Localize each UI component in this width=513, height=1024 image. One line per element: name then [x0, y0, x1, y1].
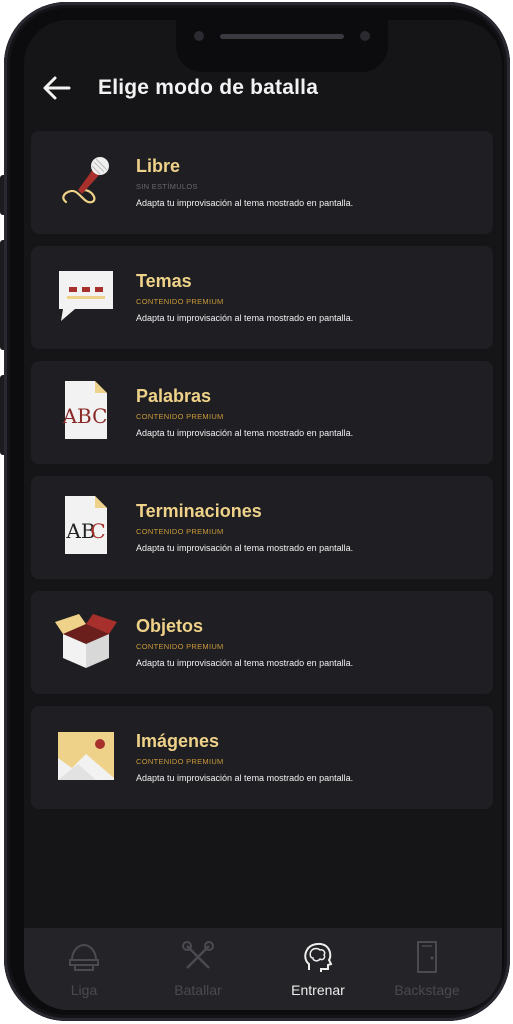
mode-card-temas[interactable]: Temas CONTENIDO PREMIUM Adapta tu improv… [31, 246, 493, 349]
notch [176, 20, 388, 72]
door-icon [417, 941, 437, 973]
phone-frame: Elige modo de batalla Libre SIN ESTÍMULO… [4, 2, 510, 1021]
tab-backstage[interactable]: Backstage [387, 940, 467, 1004]
mode-card-palabras[interactable]: ABC Palabras CONTENIDO PREMIUM Adapta tu… [31, 361, 493, 464]
mode-name: Objetos [136, 616, 204, 636]
tab-label: Batallar [174, 982, 222, 998]
mode-tag: CONTENIDO PREMIUM [136, 297, 224, 306]
mode-name: Temas [136, 271, 192, 291]
camera-dot-left [194, 31, 204, 41]
abc-document-icon: ABC [51, 375, 121, 445]
mode-name: Palabras [136, 386, 212, 406]
back-button[interactable] [41, 72, 73, 104]
mode-description: Adapta tu improvisación al tema mostrado… [136, 658, 354, 668]
mode-card-imagenes[interactable]: Imágenes CONTENIDO PREMIUM Adapta tu imp… [31, 706, 493, 809]
mode-tag: CONTENIDO PREMIUM [136, 412, 224, 421]
bottom-tab-bar: Liga Batallar Entrenar Backstage [24, 928, 502, 1010]
mode-name: Libre [136, 156, 181, 176]
image-icon [51, 720, 121, 790]
speaker-grille [220, 34, 344, 39]
tab-liga[interactable]: Liga [44, 940, 124, 1004]
mode-tag: CONTENIDO PREMIUM [136, 527, 224, 536]
mode-tag: CONTENIDO PREMIUM [136, 642, 224, 651]
svg-text:ABC: ABC [62, 404, 108, 428]
camera-dot-right [360, 31, 370, 41]
mode-description: Adapta tu improvisación al tema mostrado… [136, 198, 354, 208]
mode-name: Terminaciones [136, 501, 262, 521]
tab-label: Liga [70, 982, 98, 998]
mode-tag: CONTENIDO PREMIUM [136, 757, 224, 766]
app-screen: Elige modo de batalla Libre SIN ESTÍMULO… [24, 20, 502, 1010]
tab-label: Backstage [394, 982, 460, 998]
helmet-icon [69, 943, 99, 971]
crossed-microphones-icon [182, 941, 214, 969]
mode-description: Adapta tu improvisación al tema mostrado… [136, 543, 354, 553]
abc-document-icon: AB C [51, 490, 121, 560]
open-box-icon [51, 605, 121, 675]
mode-list: Libre SIN ESTÍMULOS Adapta tu improvisac… [31, 131, 493, 821]
tab-batallar[interactable]: Batallar [158, 940, 238, 1004]
mode-name: Imágenes [136, 731, 220, 751]
mode-description: Adapta tu improvisación al tema mostrado… [136, 313, 354, 323]
tab-entrenar[interactable]: Entrenar [278, 940, 358, 1004]
header: Elige modo de batalla [24, 72, 502, 132]
arrow-left-icon [43, 76, 71, 100]
tab-label: Entrenar [291, 982, 345, 998]
mode-card-terminaciones[interactable]: AB C Terminaciones CONTENIDO PREMIUM Ada… [31, 476, 493, 579]
microphone-icon [51, 145, 121, 215]
mode-tag: SIN ESTÍMULOS [136, 182, 198, 191]
mode-card-objetos[interactable]: Objetos CONTENIDO PREMIUM Adapta tu impr… [31, 591, 493, 694]
svg-text:C: C [90, 519, 105, 543]
mode-card-libre[interactable]: Libre SIN ESTÍMULOS Adapta tu improvisac… [31, 131, 493, 234]
mode-description: Adapta tu improvisación al tema mostrado… [136, 428, 354, 438]
speech-bubble-icon [51, 260, 121, 330]
brain-head-icon [304, 942, 333, 972]
mode-description: Adapta tu improvisación al tema mostrado… [136, 773, 354, 783]
page-title: Elige modo de batalla [98, 76, 319, 99]
